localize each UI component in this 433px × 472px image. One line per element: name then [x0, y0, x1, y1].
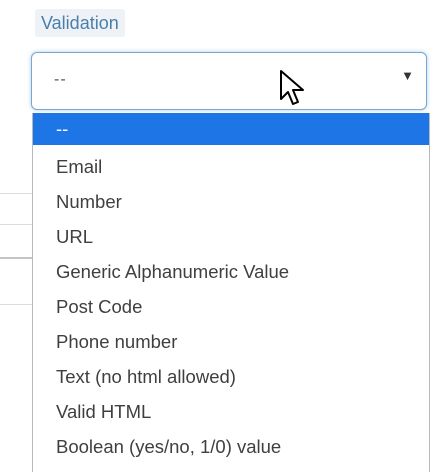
select-current-value: -- [54, 71, 67, 88]
option-number[interactable]: Number [33, 186, 429, 218]
background-divider [0, 193, 32, 194]
background-divider [0, 304, 32, 305]
option-boolean[interactable]: Boolean (yes/no, 1/0) value [33, 431, 429, 463]
validation-select[interactable]: -- ▼ [31, 52, 427, 110]
option-url[interactable]: URL [33, 221, 429, 253]
background-divider [0, 224, 32, 225]
option-post-code[interactable]: Post Code [33, 291, 429, 323]
validation-dropdown-list[interactable]: -- Email Number URL Generic Alphanumeric… [32, 113, 430, 472]
option-none[interactable]: -- [33, 113, 429, 145]
background-divider [0, 257, 32, 259]
validation-label: Validation [35, 9, 125, 37]
chevron-down-icon: ▼ [401, 68, 414, 83]
form-panel: Validation -- ▼ -- Email Number URL Gene… [0, 0, 433, 472]
option-text-no-html[interactable]: Text (no html allowed) [33, 361, 429, 393]
mouse-pointer-icon [280, 70, 304, 105]
option-generic-alphanumeric[interactable]: Generic Alphanumeric Value [33, 256, 429, 288]
option-email[interactable]: Email [33, 151, 429, 183]
option-phone-number[interactable]: Phone number [33, 326, 429, 358]
option-valid-html[interactable]: Valid HTML [33, 396, 429, 428]
